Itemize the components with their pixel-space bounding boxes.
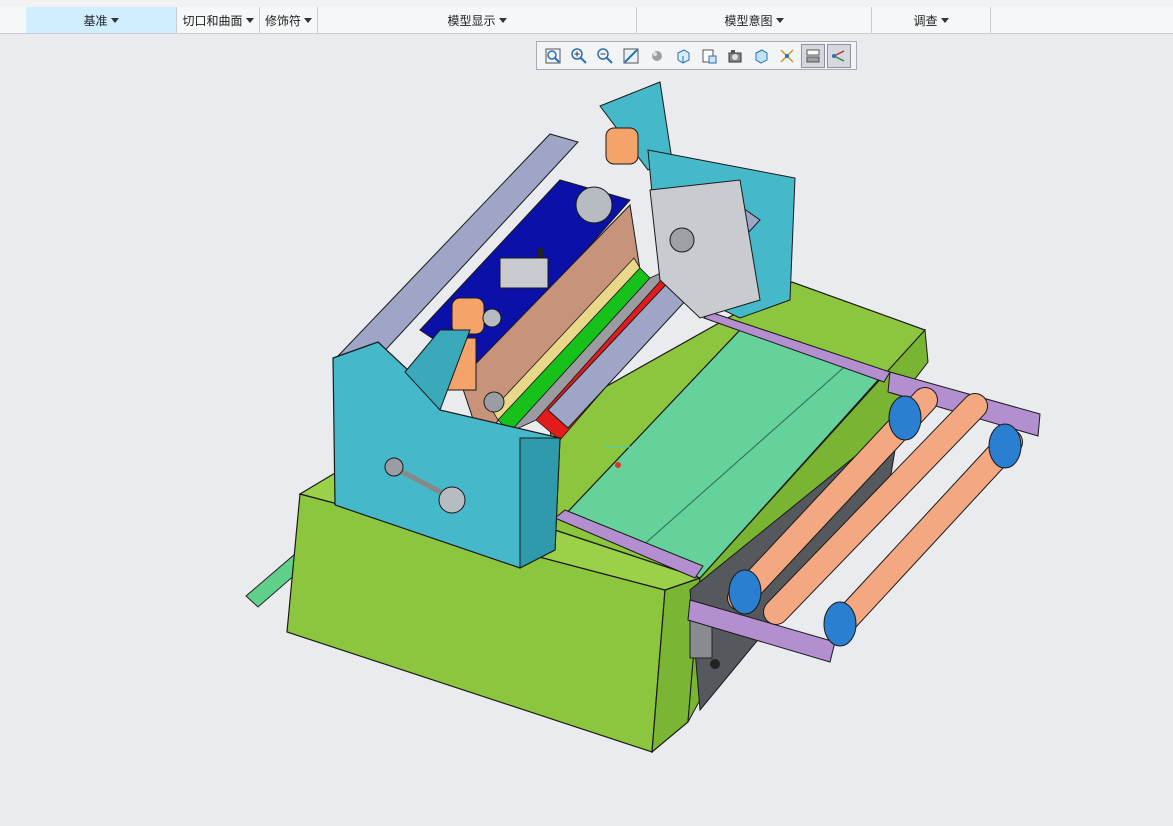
chevron-down-icon	[304, 17, 312, 23]
view-manager-button[interactable]	[697, 44, 721, 68]
zoom-in-button[interactable]	[567, 44, 591, 68]
housing-knob	[710, 659, 720, 669]
ribbon-group-label: 模型意图	[724, 13, 773, 28]
adjust-knob-rear	[605, 127, 639, 165]
clamp-block	[499, 257, 549, 289]
ribbon-top-strip	[0, 0, 1173, 7]
chevron-down-icon	[110, 17, 119, 23]
ribbon-group-model-intent[interactable]: 模型意图	[637, 7, 872, 33]
spin-center-icon	[755, 48, 768, 64]
refit-icon	[545, 48, 561, 63]
refit-button[interactable]	[541, 44, 565, 68]
graphics-viewport[interactable]	[0, 34, 1173, 822]
dial-gauge-rear	[575, 186, 613, 224]
view-manager-icon	[702, 49, 717, 63]
annotation-display-icon	[806, 49, 820, 62]
ribbon-group-model-display[interactable]: 模型显示	[318, 7, 637, 33]
display-style-button[interactable]	[645, 44, 669, 68]
saved-views-button[interactable]	[671, 44, 695, 68]
ribbon-bar: 基准 切口和曲面 修饰符 模型显示 模型意图 调查	[0, 0, 1173, 34]
front-housing-side	[519, 437, 561, 569]
zoom-out-button[interactable]	[593, 44, 617, 68]
model-3d-view	[245, 81, 1041, 754]
ribbon-group-modifier[interactable]: 修饰符	[260, 7, 318, 33]
lock-knob	[483, 391, 505, 413]
display-style-icon	[652, 50, 662, 61]
chevron-down-icon	[245, 17, 254, 23]
datum-display-icon	[780, 48, 794, 63]
perspective-button[interactable]	[723, 44, 747, 68]
chevron-down-icon	[498, 17, 507, 23]
ribbon-group-label: 修饰符	[264, 13, 301, 28]
adjust-knob-front	[451, 297, 485, 335]
saved-views-icon	[677, 48, 690, 64]
ribbon-group-label: 基准	[83, 13, 108, 28]
view-toolbar	[536, 41, 857, 70]
bracket-bearing	[669, 227, 695, 253]
ribbon-group-label: 调查	[913, 13, 938, 28]
perspective-icon	[728, 49, 742, 62]
chevron-down-icon	[940, 17, 949, 23]
ribbon-group-datum[interactable]: 基准	[26, 7, 177, 33]
repaint-icon	[623, 48, 639, 63]
repaint-button[interactable]	[619, 44, 643, 68]
lever-hub	[438, 486, 466, 514]
datum-display-button[interactable]	[775, 44, 799, 68]
spin-center-button[interactable]	[749, 44, 773, 68]
ribbon-group-label: 切口和曲面	[182, 13, 243, 28]
lever-ball	[384, 457, 404, 477]
datum-point[interactable]	[615, 462, 621, 468]
zoom-in-icon	[571, 47, 587, 64]
ribbon-group-investigate[interactable]: 调查	[872, 7, 991, 33]
ribbon-group-cut-surface[interactable]: 切口和曲面	[177, 7, 260, 33]
dial-gauge-front	[482, 308, 502, 328]
annotation-display-button[interactable]	[801, 43, 825, 68]
zoom-out-icon	[597, 47, 613, 64]
3d-dragger-button[interactable]	[827, 43, 851, 68]
chevron-down-icon	[775, 17, 784, 23]
ribbon-group-label: 模型显示	[447, 13, 496, 28]
3d-dragger-icon	[832, 49, 845, 62]
